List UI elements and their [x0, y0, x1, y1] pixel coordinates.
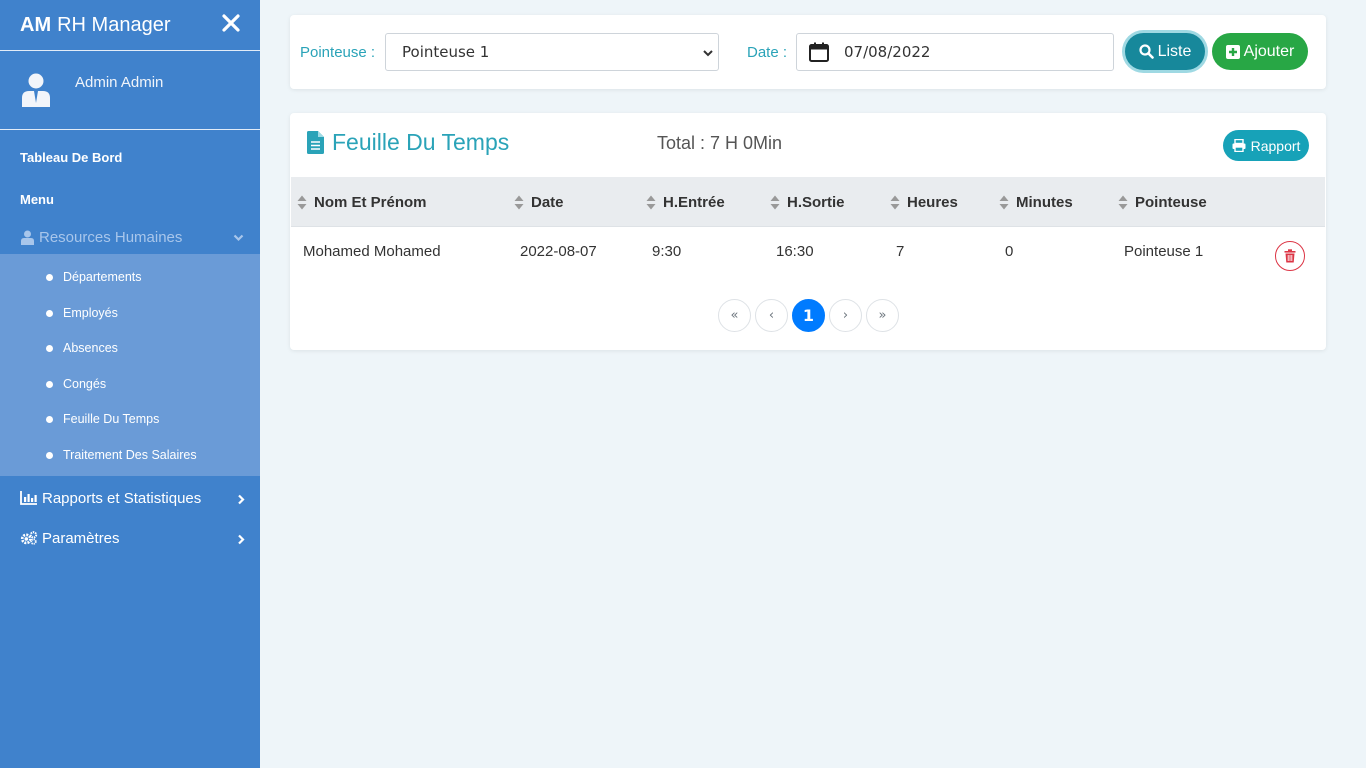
cell-date: 2022-08-07: [520, 243, 597, 260]
column-header-pointeuse[interactable]: Pointeuse: [1118, 177, 1207, 227]
table-header: Nom Et Prénom Date H.Entrée H.Sortie Heu…: [291, 177, 1325, 227]
cell-minutes: 0: [1005, 243, 1014, 260]
sort-icon: [646, 195, 656, 209]
sort-icon: [514, 195, 524, 209]
cell-heures: 7: [896, 243, 905, 260]
search-icon: [1138, 44, 1154, 59]
brand-bar: AM RH Manager: [0, 0, 260, 51]
column-header-entree[interactable]: H.Entrée: [646, 177, 725, 227]
chevron-right-icon: [238, 534, 245, 545]
date-input[interactable]: 07/08/2022: [796, 33, 1114, 71]
sidebar-submenu: Départements Employés Absences Congés Fe…: [0, 254, 260, 476]
sidebar-item-parametres[interactable]: Paramètres: [0, 523, 260, 553]
bullet-icon: [46, 309, 53, 317]
sidebar-item-conges[interactable]: Congés: [46, 377, 106, 391]
close-sidebar-button[interactable]: [220, 12, 242, 36]
column-header-nom[interactable]: Nom Et Prénom: [297, 177, 427, 227]
calendar-icon: [809, 42, 829, 62]
bullet-icon: [46, 344, 53, 352]
rapport-button[interactable]: Rapport: [1223, 130, 1309, 161]
cell-entree: 9:30: [652, 243, 682, 260]
user-name: Admin Admin: [75, 74, 164, 91]
sidebar-group-resources-humaines[interactable]: Resources Humaines: [0, 221, 260, 253]
cell-nom: Mohamed Mohamed: [303, 243, 441, 260]
sort-icon: [1118, 195, 1128, 209]
user-panel: Admin Admin: [0, 51, 260, 130]
bullet-icon: [46, 273, 53, 281]
sidebar-item-departements[interactable]: Départements: [46, 270, 142, 284]
column-header-sortie[interactable]: H.Sortie: [770, 177, 845, 227]
plus-square-icon: [1225, 44, 1240, 59]
timesheet-card: Feuille Du Temps Total : 7 H 0Min Rappor…: [290, 113, 1326, 350]
filter-card: Pointeuse : Pointeuse 1 Date : 07/08/202…: [290, 15, 1326, 89]
page-last-button[interactable]: »: [866, 299, 899, 332]
pagination: « ‹ 1 › »: [718, 299, 903, 332]
page-next-button[interactable]: ›: [829, 299, 862, 332]
page-current-button[interactable]: 1: [792, 299, 825, 332]
chevron-down-icon: [703, 50, 713, 57]
sort-icon: [890, 195, 900, 209]
page-title: Feuille Du Temps: [307, 129, 509, 156]
date-value: 07/08/2022: [844, 43, 931, 61]
column-header-heures[interactable]: Heures: [890, 177, 958, 227]
sidebar-item-traitement-des-salaires[interactable]: Traitement Des Salaires: [46, 448, 197, 462]
trash-icon: [1284, 249, 1296, 263]
bullet-icon: [46, 415, 53, 423]
bullet-icon: [46, 451, 53, 459]
pointeuse-label: Pointeuse :: [300, 44, 376, 61]
cogs-icon: [20, 531, 38, 545]
chevron-right-icon: [238, 494, 245, 505]
sidebar-item-feuille-du-temps[interactable]: Feuille Du Temps: [46, 412, 159, 426]
sort-icon: [999, 195, 1009, 209]
sidebar-dashboard-link[interactable]: Tableau De Bord: [20, 150, 122, 165]
sort-icon: [770, 195, 780, 209]
table-row: Mohamed Mohamed 2022-08-07 9:30 16:30 7 …: [291, 228, 1325, 278]
liste-button[interactable]: Liste: [1125, 33, 1205, 70]
bullet-icon: [46, 380, 53, 388]
print-icon: [1232, 139, 1246, 152]
sidebar-item-absences[interactable]: Absences: [46, 341, 118, 355]
chart-bar-icon: [20, 491, 37, 505]
sidebar-group-label: Resources Humaines: [39, 228, 183, 246]
column-header-date[interactable]: Date: [514, 177, 564, 227]
file-alt-icon: [307, 131, 324, 154]
cell-sortie: 16:30: [776, 243, 814, 260]
sidebar-menu-heading: Menu: [20, 192, 54, 207]
page-first-button[interactable]: «: [718, 299, 751, 332]
pointeuse-select[interactable]: Pointeuse 1: [385, 33, 719, 71]
delete-button[interactable]: [1275, 241, 1305, 271]
column-header-minutes[interactable]: Minutes: [999, 177, 1073, 227]
date-label: Date :: [747, 44, 788, 61]
chevron-down-icon: [233, 234, 244, 242]
app-title: AM RH Manager: [20, 13, 171, 36]
sidebar: AM RH Manager Admin Admin Tableau De Bord…: [0, 0, 260, 768]
sidebar-item-rapports[interactable]: Rapports et Statistiques: [0, 483, 260, 513]
close-icon: [222, 14, 240, 32]
ajouter-button[interactable]: Ajouter: [1212, 33, 1308, 70]
total-hours: Total : 7 H 0Min: [657, 133, 783, 153]
user-avatar-icon: [22, 73, 50, 107]
sidebar-item-employes[interactable]: Employés: [46, 306, 118, 320]
cell-pointeuse: Pointeuse 1: [1124, 243, 1204, 260]
page-prev-button[interactable]: ‹: [755, 299, 788, 332]
sort-icon: [297, 195, 307, 209]
pointeuse-selected-value: Pointeuse 1: [402, 43, 490, 61]
user-tie-icon: [21, 230, 34, 245]
